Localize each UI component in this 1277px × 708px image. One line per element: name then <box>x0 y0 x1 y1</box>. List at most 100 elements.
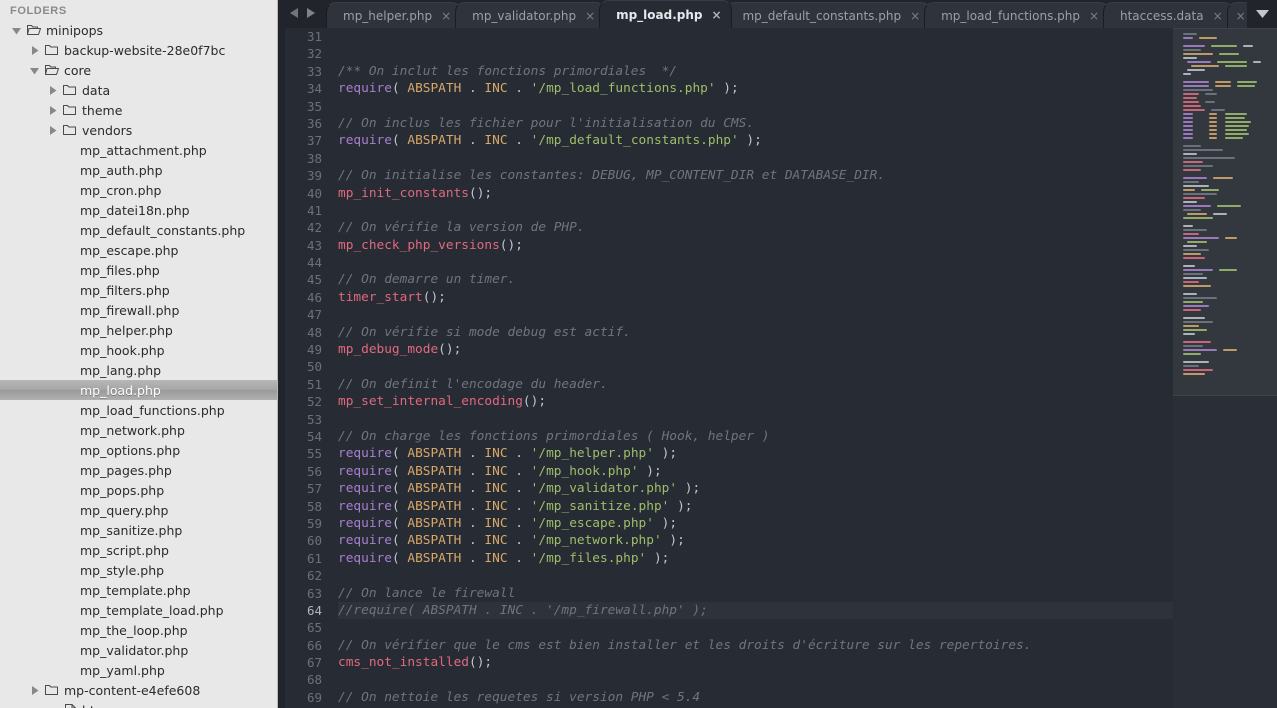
code-line[interactable]: // On vérifie la version de PHP. <box>338 219 1173 236</box>
tree-file-mp_default_constants.php[interactable]: mp_default_constants.php <box>0 220 277 240</box>
code-line[interactable]: timer_start(); <box>338 289 1173 306</box>
code-line[interactable]: // On vérifie si mode debug est actif. <box>338 324 1173 341</box>
tree-folder-minipops[interactable]: minipops <box>0 20 277 40</box>
triangle-right-icon[interactable] <box>26 45 42 55</box>
tab-mp_load.php[interactable]: mp_load.php × <box>599 0 733 28</box>
tree-file-mp_firewall.php[interactable]: mp_firewall.php <box>0 300 277 320</box>
code-content[interactable]: /** On inclut les fonctions primordiales… <box>330 28 1173 708</box>
tree-folder-theme[interactable]: theme <box>0 100 277 120</box>
code-line[interactable]: // On nettoie les requetes si version PH… <box>338 689 1173 706</box>
tree-file-mp_script.php[interactable]: mp_script.php <box>0 540 277 560</box>
code-line[interactable]: require( ABSPATH . INC . '/mp_hook.php' … <box>338 463 1173 480</box>
triangle-down-icon[interactable] <box>26 66 42 75</box>
triangle-right-icon[interactable] <box>44 85 60 95</box>
code-line[interactable] <box>338 411 1173 428</box>
code-line[interactable] <box>338 671 1173 688</box>
tabs-container[interactable]: mp_helper.php × mp_validator.php × mp_load.p… <box>326 0 1255 28</box>
code-line[interactable]: mp_init_constants(); <box>338 185 1173 202</box>
code-line[interactable]: /** On inclut les fonctions primordiales… <box>338 63 1173 80</box>
code-line[interactable]: require( ABSPATH . INC . '/mp_validator.… <box>338 480 1173 497</box>
tree-file-mp_options.php[interactable]: mp_options.php <box>0 440 277 460</box>
tab-mp_default_constants.php[interactable]: mp_default_constants.php × <box>725 2 932 28</box>
tab-htaccess.data[interactable]: htaccess.data × <box>1102 2 1234 28</box>
tree-folder-backup-website-28e0f7bc[interactable]: backup-website-28e0f7bc <box>0 40 277 60</box>
triangle-right-icon[interactable] <box>26 685 42 695</box>
tree-file-mp_yaml.php[interactable]: mp_yaml.php <box>0 660 277 680</box>
code-line[interactable]: require( ABSPATH . INC . '/mp_default_co… <box>338 132 1173 149</box>
triangle-left-icon[interactable] <box>289 5 299 23</box>
code-line[interactable] <box>338 306 1173 323</box>
tree-file-mp_cron.php[interactable]: mp_cron.php <box>0 180 277 200</box>
tree-file-mp_files.php[interactable]: mp_files.php <box>0 260 277 280</box>
code-line[interactable] <box>338 254 1173 271</box>
code-line[interactable]: require( ABSPATH . INC . '/mp_sanitize.p… <box>338 498 1173 515</box>
tree-file-mp_helper.php[interactable]: mp_helper.php <box>0 320 277 340</box>
code-line[interactable]: // On definit l'encodage du header. <box>338 376 1173 393</box>
code-line[interactable]: require( ABSPATH . INC . '/mp_network.ph… <box>338 532 1173 549</box>
close-icon[interactable]: × <box>441 10 451 22</box>
code-line[interactable] <box>338 567 1173 584</box>
tab-bar[interactable]: mp_helper.php × mp_validator.php × mp_load.p… <box>278 0 1277 28</box>
tree-file-htaccess[interactable]: htaccess <box>0 700 277 708</box>
triangle-right-icon[interactable] <box>44 105 60 115</box>
folder-tree[interactable]: minipops backup-website-28e0f7bc core data t… <box>0 20 277 708</box>
tree-file-mp_hook.php[interactable]: mp_hook.php <box>0 340 277 360</box>
code-line[interactable] <box>338 150 1173 167</box>
tree-file-mp_validator.php[interactable]: mp_validator.php <box>0 640 277 660</box>
code-line[interactable]: //require( ABSPATH . INC . '/mp_firewall… <box>338 601 1173 620</box>
code-line[interactable]: require( ABSPATH . INC . '/mp_files.php'… <box>338 550 1173 567</box>
tree-file-mp_attachment.php[interactable]: mp_attachment.php <box>0 140 277 160</box>
close-icon[interactable]: × <box>910 10 920 22</box>
code-line[interactable]: mp_check_php_versions(); <box>338 237 1173 254</box>
tree-file-mp_datei18n.php[interactable]: mp_datei18n.php <box>0 200 277 220</box>
code-minimap[interactable] <box>1173 28 1277 708</box>
tab-mp_load_functions.php[interactable]: mp_load_functions.php × <box>924 2 1110 28</box>
code-editor-area[interactable]: 31 32 33 34 35 36 37 38 39 40 41 42 43 44 45 46 47 48 49 50… <box>278 28 1277 708</box>
code-line[interactable] <box>338 45 1173 62</box>
tree-folder-core[interactable]: core <box>0 60 277 80</box>
code-line[interactable]: cms_not_installed(); <box>338 654 1173 671</box>
code-line[interactable]: // On lance le firewall <box>338 585 1173 602</box>
close-icon[interactable]: × <box>1089 10 1099 22</box>
close-icon[interactable]: × <box>711 9 721 21</box>
code-line[interactable]: mp_set_internal_encoding(); <box>338 393 1173 410</box>
tree-file-mp_style.php[interactable]: mp_style.php <box>0 560 277 580</box>
code-line[interactable]: require( ABSPATH . INC . '/mp_load_funct… <box>338 80 1173 97</box>
triangle-down-icon[interactable] <box>8 26 24 35</box>
triangle-right-icon[interactable] <box>44 125 60 135</box>
tree-file-mp_sanitize.php[interactable]: mp_sanitize.php <box>0 520 277 540</box>
code-line[interactable] <box>338 28 1173 45</box>
tree-folder-mp-content-e4efe608[interactable]: mp-content-e4efe608 <box>0 680 277 700</box>
tab-overflow-menu-button[interactable] <box>1247 0 1277 28</box>
tree-file-mp_template_load.php[interactable]: mp_template_load.php <box>0 600 277 620</box>
code-line[interactable]: require( ABSPATH . INC . '/mp_helper.php… <box>338 445 1173 462</box>
close-icon[interactable]: × <box>1213 10 1223 22</box>
close-icon[interactable]: × <box>585 10 595 22</box>
tree-file-mp_template.php[interactable]: mp_template.php <box>0 580 277 600</box>
code-line[interactable]: // On demarre un timer. <box>338 271 1173 288</box>
code-line[interactable] <box>338 619 1173 636</box>
sidebar-file-tree[interactable]: FOLDERS minipops backup-website-28e0f7bc c… <box>0 0 278 708</box>
code-line[interactable] <box>338 202 1173 219</box>
tree-file-mp_load.php[interactable]: mp_load.php <box>0 380 277 400</box>
tab-mp_validator.php[interactable]: mp_validator.php × <box>455 2 607 28</box>
code-line[interactable]: // On initialise les constantes: DEBUG, … <box>338 167 1173 184</box>
code-line[interactable]: // On inclus les fichier pour l'initiali… <box>338 115 1173 132</box>
tree-file-mp_filters.php[interactable]: mp_filters.php <box>0 280 277 300</box>
tree-file-mp_pages.php[interactable]: mp_pages.php <box>0 460 277 480</box>
tree-file-mp_the_loop.php[interactable]: mp_the_loop.php <box>0 620 277 640</box>
code-line[interactable]: mp_debug_mode(); <box>338 341 1173 358</box>
tree-file-mp_pops.php[interactable]: mp_pops.php <box>0 480 277 500</box>
tab-mp_helper.php[interactable]: mp_helper.php × <box>326 2 463 28</box>
tree-file-mp_escape.php[interactable]: mp_escape.php <box>0 240 277 260</box>
tree-file-mp_network.php[interactable]: mp_network.php <box>0 420 277 440</box>
code-line[interactable]: // On vérifier que le cms est bien insta… <box>338 637 1173 654</box>
tree-file-mp_lang.php[interactable]: mp_lang.php <box>0 360 277 380</box>
code-line[interactable] <box>338 98 1173 115</box>
tab-nav-arrows[interactable] <box>278 0 326 28</box>
tree-file-mp_load_functions.php[interactable]: mp_load_functions.php <box>0 400 277 420</box>
code-line[interactable]: // On charge les fonctions primordiales … <box>338 428 1173 445</box>
tree-folder-vendors[interactable]: vendors <box>0 120 277 140</box>
code-line[interactable] <box>338 358 1173 375</box>
tree-folder-data[interactable]: data <box>0 80 277 100</box>
